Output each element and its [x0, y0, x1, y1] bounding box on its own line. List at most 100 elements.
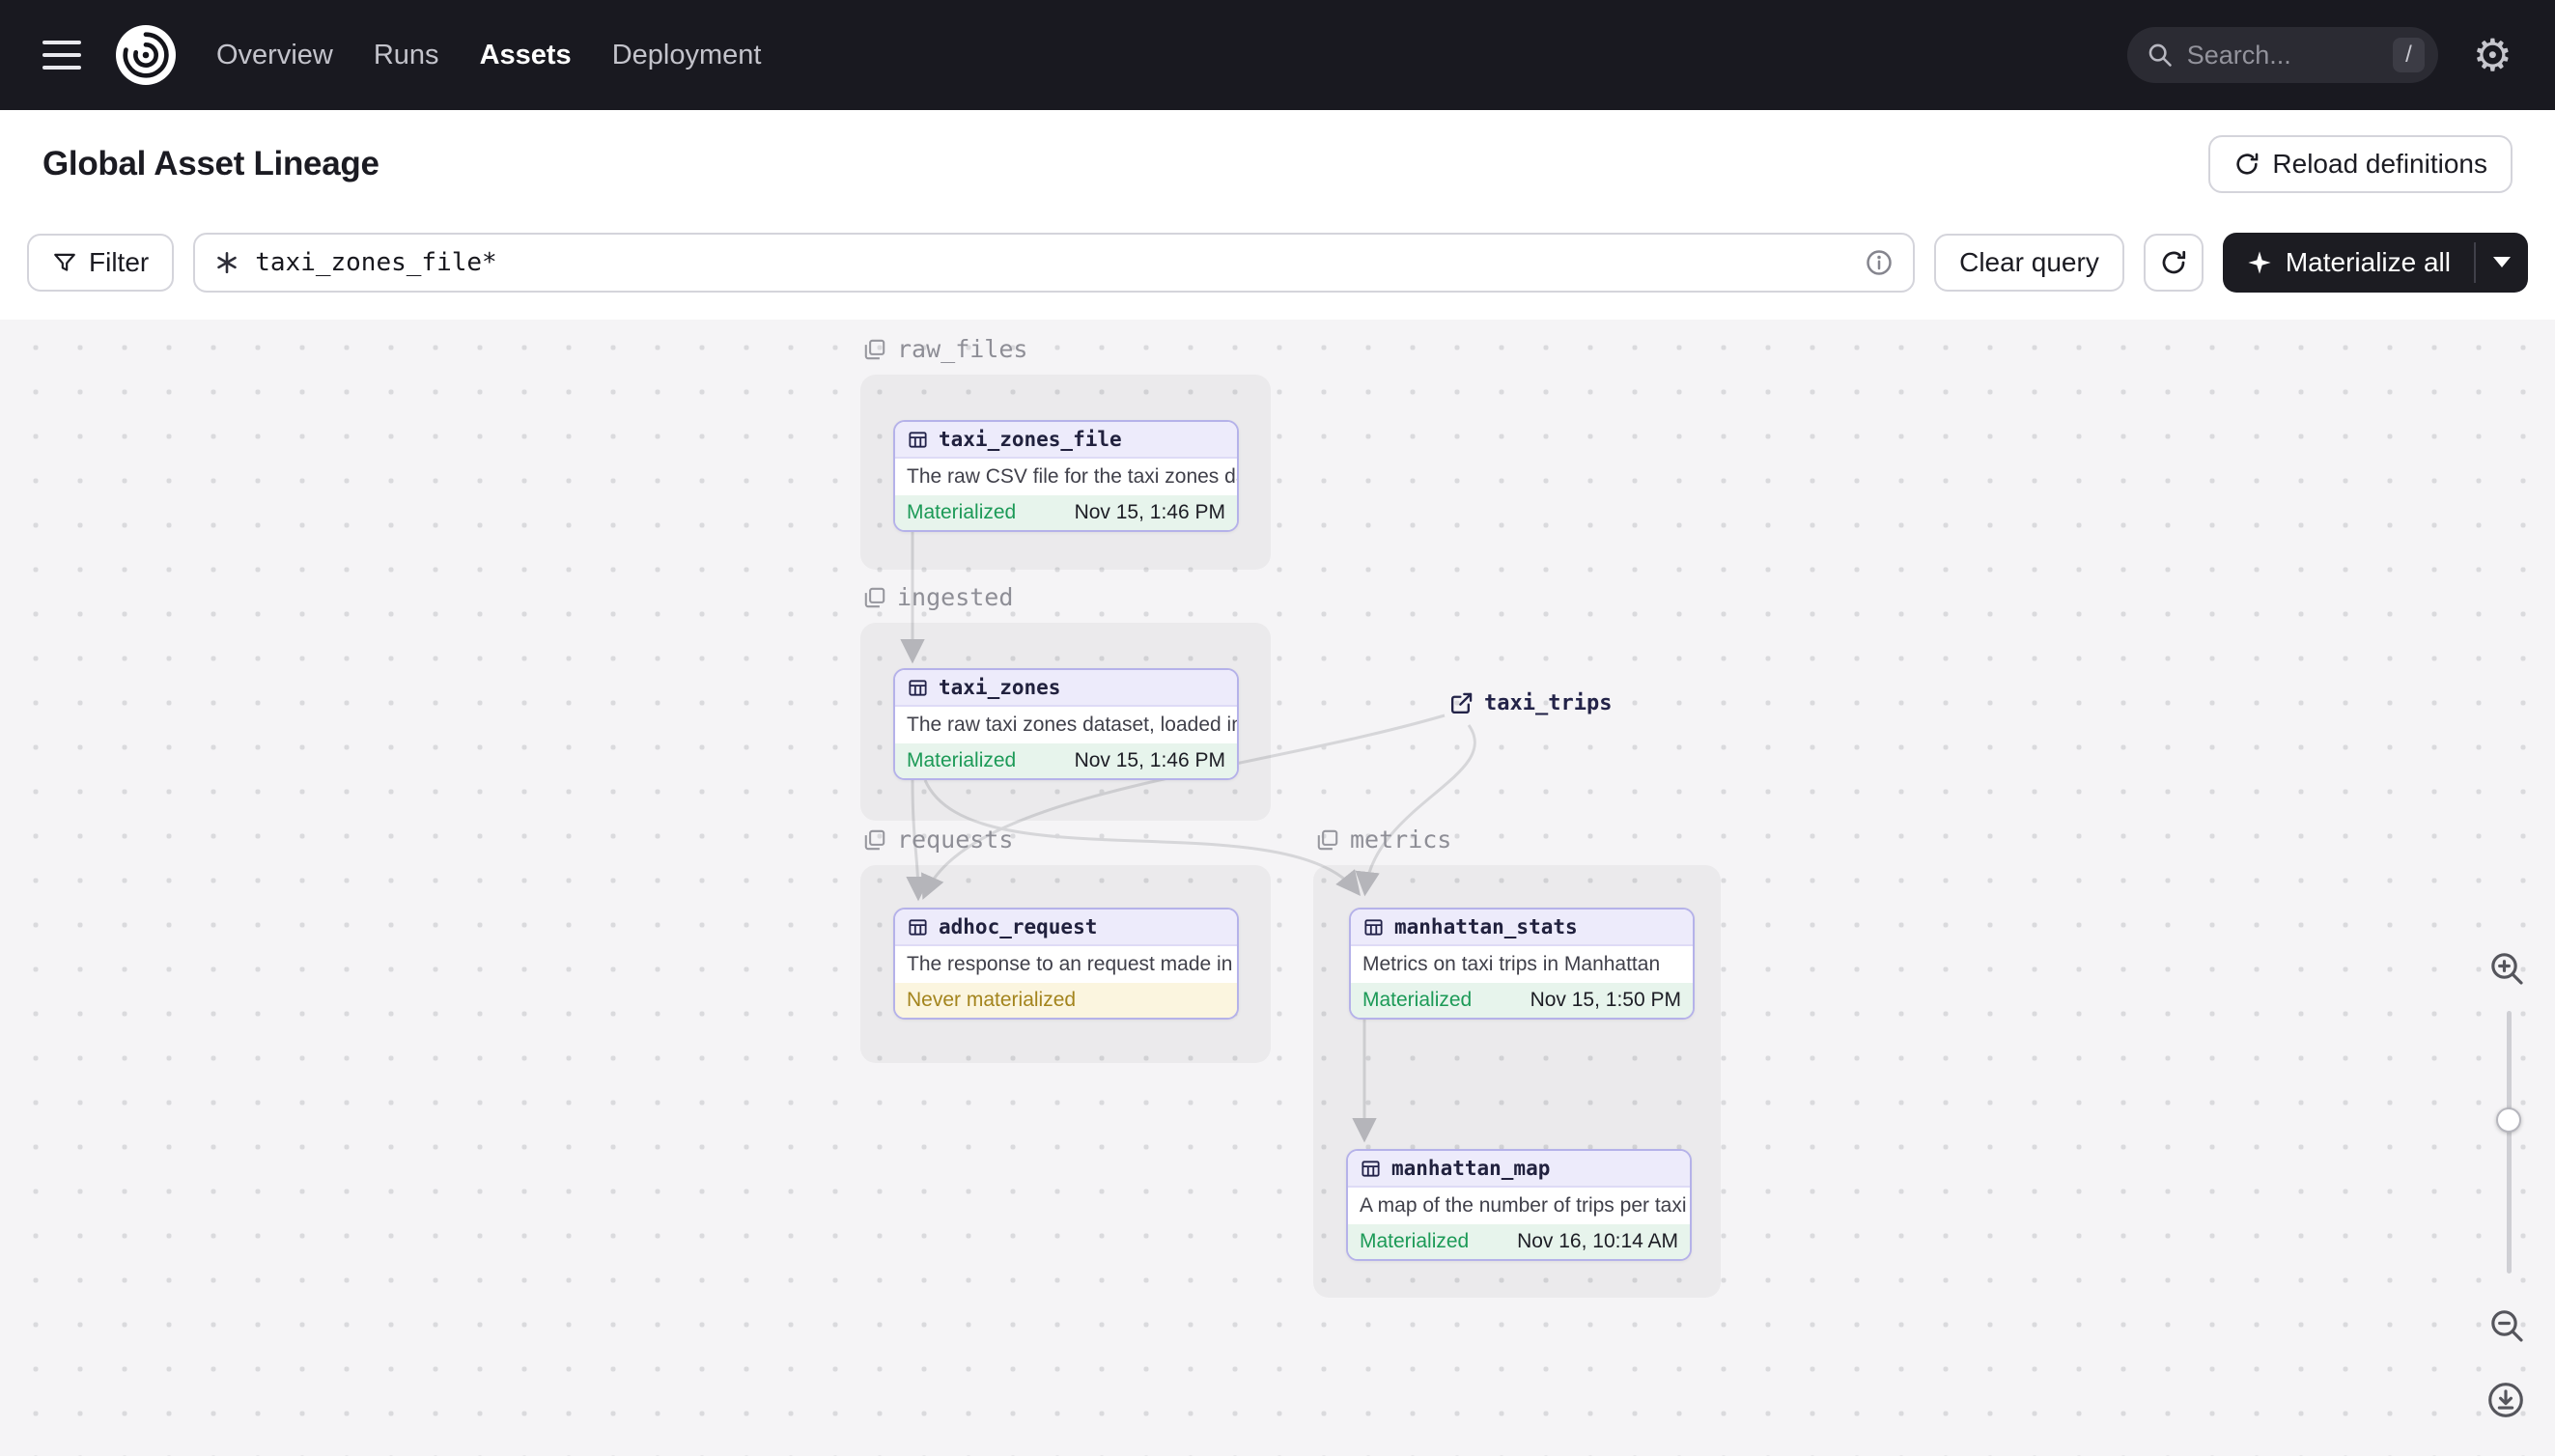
- asset-status-row: Materialized Nov 16, 10:14 AM: [1348, 1224, 1690, 1259]
- asset-name: manhattan_stats: [1394, 915, 1578, 938]
- table-icon: [909, 918, 927, 936]
- sparkle-icon: [2248, 250, 2271, 274]
- clear-query-label: Clear query: [1959, 246, 2099, 277]
- asset-status: Materialized: [907, 749, 1017, 771]
- asset-status-row: Materialized Nov 15, 1:50 PM: [1351, 983, 1693, 1018]
- search-shortcut-badge: /: [2393, 38, 2425, 72]
- asset-name: taxi_zones: [939, 676, 1061, 699]
- group-icon: [864, 829, 885, 850]
- asset-status-row: Materialized Nov 15, 1:46 PM: [895, 743, 1237, 778]
- refresh-icon: [2236, 153, 2259, 175]
- asset-selection-box: [193, 232, 1916, 293]
- asset-name: taxi_zones_file: [939, 428, 1122, 451]
- group-name: metrics: [1350, 826, 1452, 854]
- asset-status: Materialized: [1362, 989, 1473, 1011]
- asset-status-row: Materialized Nov 15, 1:46 PM: [895, 495, 1237, 530]
- settings-gear-icon[interactable]: ⚙: [2473, 33, 2513, 77]
- refresh-icon: [2162, 250, 2185, 273]
- materialize-all-button[interactable]: Materialize all: [2222, 232, 2528, 293]
- refresh-lineage-button[interactable]: [2143, 233, 2204, 292]
- info-icon[interactable]: [1865, 248, 1894, 277]
- asset-timestamp: Nov 15, 1:46 PM: [1074, 501, 1225, 523]
- asset-node-taxi_zones[interactable]: taxi_zones The raw taxi zones dataset, l…: [893, 668, 1239, 780]
- selection-syntax-icon: [217, 251, 237, 273]
- asset-description: Metrics on taxi trips in Manhattan: [1362, 953, 1661, 975]
- lineage-edges: [900, 531, 1476, 1143]
- asset-node-manhattan_map[interactable]: manhattan_map A map of the number of tri…: [1346, 1149, 1692, 1261]
- reload-definitions-label: Reload definitions: [2272, 149, 2487, 179]
- top-navbar: Overview Runs Assets Deployment / ⚙: [0, 0, 2555, 110]
- lineage-toolbar: Filter Clear query Materialize all: [0, 218, 2555, 320]
- asset-status: Never materialized: [907, 989, 1077, 1011]
- dagster-logo-icon[interactable]: [116, 25, 176, 85]
- page-header: Global Asset Lineage Reload definitions: [0, 110, 2555, 218]
- asset-node-header: adhoc_request: [895, 910, 1237, 946]
- materialize-dropdown-caret[interactable]: [2476, 233, 2528, 293]
- search-input[interactable]: [2184, 39, 2382, 71]
- external-asset-name: taxi_trips: [1484, 691, 1613, 715]
- nav-right-cluster: / ⚙: [2126, 27, 2513, 83]
- asset-timestamp: Nov 15, 1:46 PM: [1074, 749, 1225, 771]
- zoom-out-button[interactable]: [2487, 1306, 2526, 1345]
- hamburger-menu-icon[interactable]: [42, 41, 81, 70]
- zoom-slider[interactable]: [2496, 1011, 2521, 1274]
- zoom-in-button[interactable]: [2487, 949, 2526, 988]
- asset-status-row: Never materialized: [895, 983, 1237, 1018]
- table-icon: [1364, 918, 1383, 936]
- asset-node-taxi_zones_file[interactable]: taxi_zones_file The raw CSV file for the…: [893, 420, 1239, 532]
- nav-item-assets[interactable]: Assets: [480, 40, 572, 71]
- asset-description: A map of the number of trips per taxi z.…: [1360, 1194, 1690, 1217]
- filter-funnel-icon: [54, 253, 75, 271]
- asset-selection-input[interactable]: [253, 246, 1852, 278]
- asset-timestamp: Nov 16, 10:14 AM: [1517, 1230, 1678, 1252]
- group-icon: [864, 339, 885, 359]
- table-icon: [909, 431, 927, 448]
- group-name: requests: [897, 826, 1014, 854]
- clear-query-button[interactable]: Clear query: [1934, 233, 2124, 292]
- chevron-down-icon: [2493, 257, 2511, 267]
- filter-button[interactable]: Filter: [27, 233, 175, 292]
- asset-name: adhoc_request: [939, 915, 1098, 938]
- group-label-metrics[interactable]: metrics: [1315, 826, 1451, 854]
- filter-button-label: Filter: [89, 246, 150, 277]
- search-icon: [2148, 43, 2172, 67]
- download-view-button[interactable]: [2485, 1380, 2526, 1420]
- reload-definitions-button[interactable]: Reload definitions: [2208, 135, 2513, 193]
- table-icon: [909, 679, 927, 696]
- open-in-new-icon: [1450, 692, 1473, 714]
- download-icon: [2488, 1383, 2523, 1417]
- group-icon: [1317, 829, 1338, 850]
- asset-status: Materialized: [907, 501, 1017, 523]
- primary-nav: Overview Runs Assets Deployment: [216, 40, 761, 71]
- zoom-in-icon: [2491, 953, 2523, 985]
- asset-node-manhattan_stats[interactable]: manhattan_stats Metrics on taxi trips in…: [1349, 908, 1695, 1020]
- asset-description: The raw CSV file for the taxi zones dat.…: [907, 465, 1237, 488]
- search-box[interactable]: /: [2126, 27, 2438, 83]
- asset-node-header: manhattan_stats: [1351, 910, 1693, 946]
- group-label-ingested[interactable]: ingested: [862, 583, 1013, 611]
- asset-node-header: taxi_zones: [895, 670, 1237, 707]
- asset-node-header: manhattan_map: [1348, 1151, 1690, 1188]
- zoom-slider-handle[interactable]: [2496, 1107, 2521, 1133]
- lineage-canvas[interactable]: raw_files ingested requests metrics taxi…: [0, 320, 2555, 1456]
- asset-timestamp: Nov 15, 1:50 PM: [1530, 989, 1681, 1011]
- group-name: ingested: [897, 583, 1014, 611]
- nav-item-overview[interactable]: Overview: [216, 40, 333, 71]
- asset-name: manhattan_map: [1391, 1157, 1551, 1180]
- external-asset-taxi_trips[interactable]: taxi_trips: [1448, 690, 1612, 716]
- page-title: Global Asset Lineage: [42, 145, 379, 182]
- nav-item-deployment[interactable]: Deployment: [612, 40, 762, 71]
- group-icon: [864, 587, 885, 607]
- zoom-out-icon: [2491, 1310, 2523, 1342]
- nav-item-runs[interactable]: Runs: [374, 40, 439, 71]
- asset-node-adhoc_request[interactable]: adhoc_request The response to an request…: [893, 908, 1239, 1020]
- group-label-requests[interactable]: requests: [862, 826, 1013, 854]
- group-name: raw_files: [897, 335, 1028, 363]
- asset-status: Materialized: [1360, 1230, 1470, 1252]
- app-root: Overview Runs Assets Deployment / ⚙ Glob…: [0, 0, 2555, 1456]
- materialize-all-main[interactable]: Materialize all: [2223, 233, 2474, 293]
- group-label-raw-files[interactable]: raw_files: [862, 335, 1027, 363]
- table-icon: [1362, 1160, 1380, 1177]
- asset-description: The response to an request made in th...: [907, 953, 1237, 975]
- asset-description: The raw taxi zones dataset, loaded int..…: [907, 714, 1237, 736]
